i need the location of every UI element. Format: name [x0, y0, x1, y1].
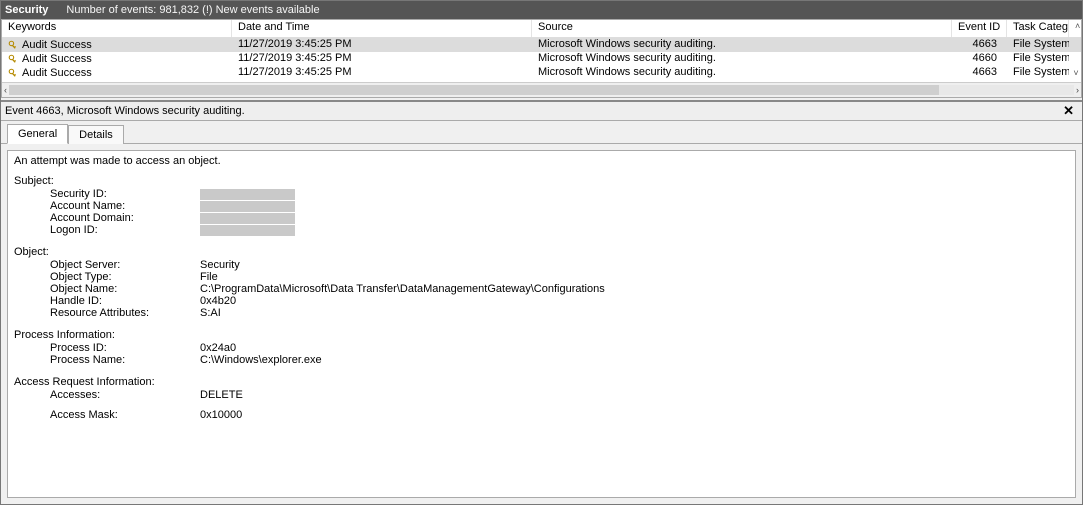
- details-tabs: General Details: [1, 121, 1082, 144]
- details-title: Event 4663, Microsoft Windows security a…: [5, 105, 245, 117]
- handle-id-value: 0x4b20: [200, 295, 1069, 307]
- account-domain-label: Account Domain:: [50, 212, 200, 224]
- cell-task-category: File System: [1007, 38, 1069, 52]
- access-mask-value: 0x10000: [200, 409, 1069, 421]
- horizontal-scrollbar[interactable]: ‹ ›: [2, 82, 1081, 97]
- handle-id-label: Handle ID:: [50, 295, 200, 307]
- subject-section: Subject: Security ID: Account Name: Acco…: [14, 175, 1069, 236]
- table-row[interactable]: Audit Success 11/27/2019 3:45:25 PM Micr…: [2, 66, 1081, 80]
- cell-keywords: Audit Success: [22, 53, 92, 65]
- cell-source: Microsoft Windows security auditing.: [532, 66, 952, 80]
- cell-datetime: 11/27/2019 3:45:25 PM: [232, 66, 532, 80]
- log-titlebar: Security Number of events: 981,832 (!) N…: [1, 1, 1082, 19]
- object-name-label: Object Name:: [50, 283, 200, 295]
- accesses-value: DELETE: [200, 389, 1069, 401]
- col-event-id[interactable]: Event ID: [952, 20, 1007, 37]
- process-title: Process Information:: [14, 329, 1069, 341]
- object-server-value: Security: [200, 259, 1069, 271]
- tab-details[interactable]: Details: [68, 125, 124, 144]
- accesses-label: Accesses:: [50, 389, 200, 401]
- access-section: Access Request Information: Accesses:DEL…: [14, 376, 1069, 421]
- details-body-wrap: An attempt was made to access an object.…: [1, 144, 1082, 504]
- object-type-label: Object Type:: [50, 271, 200, 283]
- cell-event-id: 4663: [952, 66, 1007, 80]
- access-mask-label: Access Mask:: [50, 409, 200, 421]
- col-task-category[interactable]: Task Category: [1007, 20, 1069, 37]
- cell-keywords: Audit Success: [22, 67, 92, 79]
- scrollbar-thumb[interactable]: [9, 85, 939, 95]
- cell-source: Microsoft Windows security auditing.: [532, 52, 952, 66]
- scroll-right-icon[interactable]: ›: [1076, 85, 1079, 95]
- key-icon: [8, 40, 19, 51]
- event-message: An attempt was made to access an object.: [14, 155, 1069, 167]
- security-id-label: Security ID:: [50, 188, 200, 200]
- object-section: Object: Object Server:Security Object Ty…: [14, 246, 1069, 319]
- process-section: Process Information: Process ID:0x24a0 P…: [14, 329, 1069, 366]
- scroll-up-icon[interactable]: ˄: [1069, 20, 1083, 37]
- logon-id-label: Logon ID:: [50, 224, 200, 236]
- cell-datetime: 11/27/2019 3:45:25 PM: [232, 52, 532, 66]
- redacted-value: [200, 201, 295, 212]
- event-list[interactable]: Keywords Date and Time Source Event ID T…: [1, 19, 1082, 98]
- event-viewer-pane: Security Number of events: 981,832 (!) N…: [0, 0, 1083, 505]
- event-count-label: Number of events: 981,832 (!) New events…: [66, 4, 319, 16]
- cell-datetime: 11/27/2019 3:45:25 PM: [232, 38, 532, 52]
- cell-event-id: 4663: [952, 38, 1007, 52]
- scroll-down-icon[interactable]: ˅: [1069, 66, 1081, 80]
- subject-title: Subject:: [14, 175, 1069, 187]
- col-datetime[interactable]: Date and Time: [232, 20, 532, 37]
- redacted-value: [200, 189, 295, 200]
- object-title: Object:: [14, 246, 1069, 258]
- cell-task-category: File System: [1007, 52, 1069, 66]
- cell-keywords: Audit Success: [22, 39, 92, 51]
- resource-attr-label: Resource Attributes:: [50, 307, 200, 319]
- scroll-left-icon[interactable]: ‹: [4, 85, 7, 95]
- cell-source: Microsoft Windows security auditing.: [532, 38, 952, 52]
- process-name-label: Process Name:: [50, 354, 200, 366]
- access-title: Access Request Information:: [14, 376, 1069, 388]
- details-body[interactable]: An attempt was made to access an object.…: [7, 150, 1076, 498]
- table-row[interactable]: Audit Success 11/27/2019 3:45:25 PM Micr…: [2, 52, 1081, 66]
- process-id-value: 0x24a0: [200, 342, 1069, 354]
- redacted-value: [200, 225, 295, 236]
- key-icon: [8, 54, 19, 65]
- cell-task-category: File System: [1007, 66, 1069, 80]
- close-icon[interactable]: ✕: [1059, 103, 1078, 119]
- account-name-label: Account Name:: [50, 200, 200, 212]
- log-name: Security: [5, 4, 48, 16]
- key-icon: [8, 68, 19, 79]
- object-type-value: File: [200, 271, 1069, 283]
- process-id-label: Process ID:: [50, 342, 200, 354]
- col-keywords[interactable]: Keywords: [2, 20, 232, 37]
- tab-general[interactable]: General: [7, 124, 68, 144]
- redacted-value: [200, 213, 295, 224]
- details-header: Event 4663, Microsoft Windows security a…: [1, 100, 1082, 121]
- resource-attr-value: S:AI: [200, 307, 1069, 319]
- scrollbar-track[interactable]: [9, 85, 1074, 95]
- process-name-value: C:\Windows\explorer.exe: [200, 354, 1069, 366]
- column-headers[interactable]: Keywords Date and Time Source Event ID T…: [2, 20, 1081, 38]
- object-server-label: Object Server:: [50, 259, 200, 271]
- event-rows: Audit Success 11/27/2019 3:45:25 PM Micr…: [2, 38, 1081, 82]
- col-source[interactable]: Source: [532, 20, 952, 37]
- object-name-value: C:\ProgramData\Microsoft\Data Transfer\D…: [200, 283, 1069, 295]
- table-row[interactable]: Audit Success 11/27/2019 3:45:25 PM Micr…: [2, 38, 1081, 52]
- cell-event-id: 4660: [952, 52, 1007, 66]
